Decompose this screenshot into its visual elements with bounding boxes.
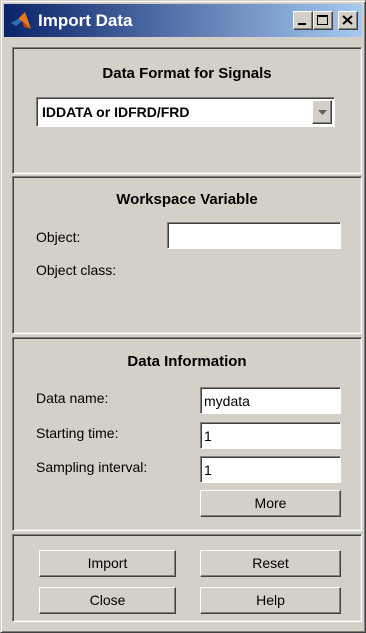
data-format-title: Data Format for Signals [102, 65, 272, 82]
dropdown-arrow-icon [318, 110, 327, 115]
maximize-icon [317, 15, 328, 25]
maximize-button[interactable] [313, 11, 333, 30]
dropdown-arrow-button[interactable] [312, 100, 332, 124]
data-name-label: Data name: [36, 390, 109, 406]
starting-time-label: Starting time: [36, 425, 119, 441]
data-name-input[interactable] [200, 387, 341, 414]
sampling-interval-input[interactable] [200, 456, 341, 483]
help-button[interactable]: Help [200, 587, 341, 614]
data-format-selected-value: IDDATA or IDFRD/FRD [42, 104, 190, 120]
import-button[interactable]: Import [39, 550, 176, 577]
import-data-window: Import Data Data Format for Signals IDDA… [0, 0, 366, 633]
minimize-icon [298, 23, 306, 25]
close-icon [342, 15, 353, 25]
sampling-interval-label: Sampling interval: [36, 459, 148, 475]
minimize-button[interactable] [293, 11, 313, 30]
close-window-button[interactable] [338, 11, 358, 30]
title-bar[interactable]: Import Data [4, 4, 362, 37]
data-information-title: Data Information [127, 353, 247, 370]
workspace-variable-panel: Workspace Variable [12, 176, 362, 334]
reset-button[interactable]: Reset [200, 550, 341, 577]
more-button[interactable]: More [200, 490, 341, 517]
starting-time-input[interactable] [200, 422, 341, 449]
object-class-label: Object class: [36, 262, 117, 278]
object-label: Object: [36, 229, 81, 245]
data-format-select[interactable]: IDDATA or IDFRD/FRD [36, 97, 335, 127]
close-button[interactable]: Close [39, 587, 176, 614]
matlab-logo-icon [10, 10, 32, 32]
object-input[interactable] [167, 222, 341, 249]
window-title: Import Data [38, 11, 133, 30]
workspace-variable-title: Workspace Variable [116, 191, 258, 208]
